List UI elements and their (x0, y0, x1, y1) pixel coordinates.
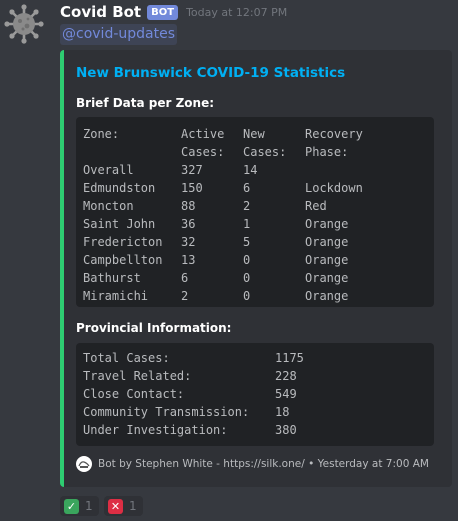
avatar[interactable] (4, 4, 44, 44)
zone-row: Moncton 88 2 Red (83, 197, 428, 215)
embed-title[interactable]: New Brunswick COVID-19 Statistics (76, 65, 345, 81)
provincial-label: Travel Related: (83, 369, 192, 383)
provincial-label: Under Investigation: (83, 423, 228, 437)
column-header: Active (181, 127, 225, 141)
cross-mark-icon: ✕ (108, 498, 123, 514)
zones-header-row: Zone: Active New Recovery (83, 125, 428, 143)
zone-active: 88 (181, 199, 196, 213)
provincial-label: Total Cases: (83, 351, 170, 365)
zone-phase: Red (305, 199, 327, 213)
zone-active: 2 (181, 289, 189, 303)
zone-zone: Bathurst (83, 271, 141, 285)
zone-new: 2 (243, 199, 251, 213)
column-header: Cases: (181, 145, 225, 159)
zone-zone: Miramichi (83, 289, 149, 303)
embed-accent-bar (60, 50, 64, 487)
zone-phase: Orange (305, 217, 349, 231)
provincial-field-name: Provincial Information: (76, 321, 232, 335)
zone-active: 32 (181, 235, 196, 249)
column-header: New (243, 127, 265, 141)
zone-phase: Orange (305, 271, 349, 285)
zone-phase: Lockdown (305, 181, 363, 195)
provincial-value: 380 (275, 423, 297, 437)
zone-phase: Orange (305, 289, 349, 303)
provincial-value: 1175 (275, 351, 304, 365)
username[interactable]: Covid Bot (60, 3, 141, 21)
zones-header-row: Cases: Cases: Phase: (83, 143, 428, 161)
zone-new: 0 (243, 253, 251, 267)
provincial-row: Travel Related: 228 (83, 367, 428, 385)
provincial-label: Close Contact: (83, 387, 185, 401)
zone-active: 150 (181, 181, 203, 195)
zone-zone: Saint John (83, 217, 156, 231)
embed-footer: Bot by Stephen White - https://silk.one/… (76, 456, 429, 472)
zone-new: 14 (243, 163, 258, 177)
column-header: Cases: (243, 145, 287, 159)
zone-row: Bathurst 6 0 Orange (83, 269, 428, 287)
zone-row: Saint John 36 1 Orange (83, 215, 428, 233)
provincial-row: Close Contact: 549 (83, 385, 428, 403)
reaction-count: 1 (85, 499, 93, 513)
zones-code-block: Zone: Active New Recovery Cases: Cases: Phase:… (76, 117, 434, 307)
zone-active: 13 (181, 253, 196, 267)
zone-new: 6 (243, 181, 251, 195)
zone-new: 1 (243, 217, 251, 231)
embed: New Brunswick COVID-19 Statistics Brief … (60, 50, 452, 487)
zone-new: 0 (243, 271, 251, 285)
zone-row: Fredericton 32 5 Orange (83, 233, 428, 251)
zones-field-name: Brief Data per Zone: (76, 96, 215, 110)
zone-phase: Orange (305, 253, 349, 267)
provincial-label: Community Transmission: (83, 405, 250, 419)
reaction-count: 1 (129, 499, 137, 513)
zone-active: 6 (181, 271, 189, 285)
zone-zone: Edmundston (83, 181, 156, 195)
zone-zone: Moncton (83, 199, 134, 213)
bot-tag: BOT (147, 4, 179, 20)
column-header: Zone: (83, 127, 120, 141)
virus-icon (4, 4, 44, 44)
column-header: Phase: (305, 145, 349, 159)
message-header: Covid Bot BOT Today at 12:07 PM (60, 3, 287, 21)
role-mention[interactable]: @covid-updates (60, 24, 177, 45)
zone-new: 0 (243, 289, 251, 303)
zone-row: Campbellton 13 0 Orange (83, 251, 428, 269)
reaction-cross[interactable]: ✕ 1 (104, 496, 143, 516)
column-header: Recovery (305, 127, 363, 141)
provincial-code-block: Total Cases: 1175 Travel Related: 228 Close … (76, 343, 434, 446)
zone-row: Miramichi 2 0 Orange (83, 287, 428, 305)
provincial-value: 18 (275, 405, 290, 419)
zone-row: Edmundston 150 6 Lockdown (83, 179, 428, 197)
footer-text: Bot by Stephen White - https://silk.one/… (98, 458, 429, 470)
provincial-row: Under Investigation: 380 (83, 421, 428, 439)
check-mark-icon: ✓ (64, 498, 79, 514)
silk-logo-icon (76, 456, 92, 472)
provincial-row: Community Transmission: 18 (83, 403, 428, 421)
provincial-value: 549 (275, 387, 297, 401)
provincial-row: Total Cases: 1175 (83, 349, 428, 367)
zone-active: 36 (181, 217, 196, 231)
zone-active: 327 (181, 163, 203, 177)
zone-zone: Campbellton (83, 253, 163, 267)
provincial-value: 228 (275, 369, 297, 383)
reaction-check[interactable]: ✓ 1 (60, 496, 99, 516)
zone-zone: Overall (83, 163, 134, 177)
zone-row: Overall 327 14 (83, 161, 428, 179)
zone-new: 5 (243, 235, 251, 249)
message-timestamp: Today at 12:07 PM (186, 5, 288, 19)
zone-zone: Fredericton (83, 235, 163, 249)
zone-phase: Orange (305, 235, 349, 249)
